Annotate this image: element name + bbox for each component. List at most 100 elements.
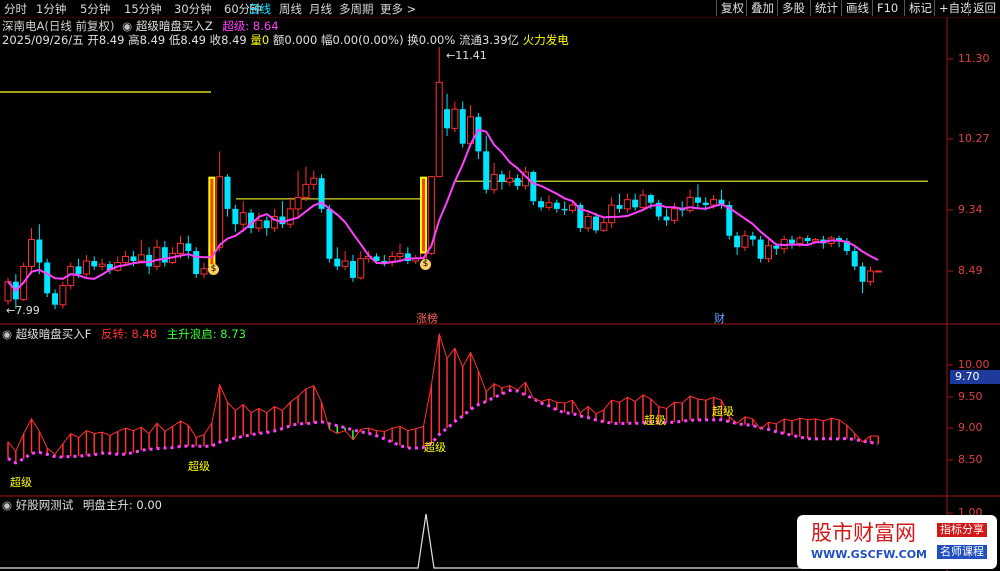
price-tick-2: 10.27 bbox=[958, 132, 990, 145]
candle-body bbox=[600, 222, 608, 231]
candle-body bbox=[294, 196, 302, 210]
high-price-label: ←11.41 bbox=[446, 49, 487, 63]
indicator-value-z: 超级: 8.64 bbox=[222, 19, 279, 33]
candle-body bbox=[200, 268, 208, 275]
gear-icon[interactable]: ◉ bbox=[2, 498, 12, 512]
candlestick-series bbox=[4, 47, 882, 310]
info-float: 流通3.39亿 bbox=[458, 33, 520, 47]
sub1-tick-4: 8.50 bbox=[958, 453, 983, 466]
candle-body bbox=[568, 204, 576, 211]
info-amount: 额0.000 bbox=[272, 33, 318, 47]
watermark-title: 股市财富网 bbox=[811, 521, 916, 545]
candle-body bbox=[286, 208, 294, 225]
price-tick-1: 11.30 bbox=[958, 52, 990, 65]
high-arrow-icon: ← bbox=[446, 49, 456, 62]
candle-body bbox=[506, 177, 514, 183]
indicator-name-z: 超级暗盘买入Z bbox=[135, 19, 213, 33]
buy-marker-2[interactable]: $ bbox=[420, 259, 431, 270]
candle-body bbox=[302, 183, 310, 198]
candle-body bbox=[483, 151, 490, 190]
candle-body bbox=[232, 208, 239, 225]
ma-line bbox=[7, 128, 879, 293]
info-high: 高8.49 bbox=[128, 33, 166, 47]
candle-body bbox=[52, 293, 59, 305]
grid-frame bbox=[0, 17, 1000, 571]
price-tick-3: 9.34 bbox=[958, 203, 983, 216]
candle-body bbox=[91, 261, 98, 267]
info-date: 2025/09/26/五 bbox=[2, 33, 84, 47]
high-price-value: 11.41 bbox=[455, 49, 487, 62]
candle-body bbox=[812, 239, 820, 242]
price-tick-4: 8.49 bbox=[958, 264, 983, 277]
stock-title[interactable]: 深南电A(日线 前复权) bbox=[2, 19, 115, 33]
candle-body bbox=[789, 239, 795, 244]
gear-icon[interactable]: ◉ bbox=[122, 19, 132, 33]
info-open: 开8.49 bbox=[87, 33, 125, 47]
watermark-url: WWW.GSCFW.COM bbox=[811, 548, 928, 561]
candle-body bbox=[451, 108, 459, 129]
reverse-value: 反转: 8.48 bbox=[100, 327, 158, 341]
limit-up-tag[interactable]: 涨榜 bbox=[416, 312, 438, 326]
info-close: 收8.49 bbox=[209, 33, 247, 47]
candle-body bbox=[349, 261, 356, 278]
candle-body bbox=[514, 178, 521, 186]
candle-body bbox=[176, 242, 184, 254]
signal-bar-core bbox=[422, 178, 426, 252]
candle-body bbox=[851, 251, 858, 267]
sub1-tick-2: 9.50 bbox=[958, 390, 983, 403]
candle-body bbox=[185, 243, 192, 252]
info-industry-tag[interactable]: 火力发电 bbox=[523, 33, 569, 47]
candle-body bbox=[498, 174, 505, 183]
yellow-levels bbox=[236, 180, 928, 200]
candle-body bbox=[459, 109, 466, 144]
candle-body bbox=[239, 212, 247, 225]
candle-body bbox=[663, 216, 670, 221]
candle-body bbox=[608, 204, 616, 224]
candle-body bbox=[490, 173, 498, 191]
candle-body bbox=[632, 199, 639, 208]
candle-body bbox=[749, 235, 756, 240]
candle-body bbox=[28, 239, 36, 267]
candle-body bbox=[584, 216, 592, 229]
osc-line bbox=[7, 333, 879, 456]
info-low: 低8.49 bbox=[168, 33, 206, 47]
candle-body bbox=[44, 262, 51, 294]
chart-canvas[interactable] bbox=[0, 0, 1000, 571]
candle-body bbox=[98, 263, 106, 267]
info-volume: 量0 bbox=[250, 33, 270, 47]
chaoji-label-4: 超级 bbox=[644, 414, 666, 427]
indicator-name-test: 好股网测试 bbox=[15, 498, 74, 512]
candle-body bbox=[866, 270, 874, 283]
candle-body bbox=[710, 199, 718, 206]
candle-body bbox=[874, 270, 882, 273]
chaoji-label-2: 超级 bbox=[188, 460, 210, 473]
buy-marker-1[interactable]: $ bbox=[208, 264, 219, 275]
candle-body bbox=[36, 239, 43, 263]
candle-body bbox=[757, 239, 764, 259]
watermark-badge-1: 指标分享 bbox=[937, 523, 987, 537]
candle-body bbox=[545, 202, 553, 208]
candle-body bbox=[773, 245, 780, 249]
candle-body bbox=[334, 258, 341, 267]
current-value-box: 9.70 bbox=[950, 370, 1000, 384]
candle-body bbox=[741, 235, 749, 248]
finance-tag[interactable]: 财 bbox=[714, 312, 725, 326]
candle-body bbox=[161, 247, 168, 263]
low-arrow-icon: ← bbox=[6, 304, 16, 317]
candle-body bbox=[764, 245, 772, 260]
candle-body bbox=[75, 266, 82, 275]
candle-body bbox=[804, 238, 811, 242]
low-price-value: 7.99 bbox=[15, 304, 40, 317]
gear-icon[interactable]: ◉ bbox=[2, 327, 12, 341]
candle-body bbox=[130, 256, 137, 262]
watermark-logo: 股市财富网 WWW.GSCFW.COM 指标分享 名师课程 bbox=[797, 515, 997, 569]
candle-body bbox=[224, 176, 231, 209]
candle-body bbox=[193, 251, 200, 275]
candle-body bbox=[647, 195, 654, 203]
signal-bar-core bbox=[210, 178, 214, 265]
info-turnover: 换0.00% bbox=[407, 33, 456, 47]
candle-body bbox=[82, 260, 90, 275]
candle-body bbox=[357, 258, 365, 279]
candle-body bbox=[444, 109, 451, 129]
info-line: 2025/09/26/五 开8.49 高8.49 低8.49 收8.49 量0 … bbox=[2, 33, 569, 47]
